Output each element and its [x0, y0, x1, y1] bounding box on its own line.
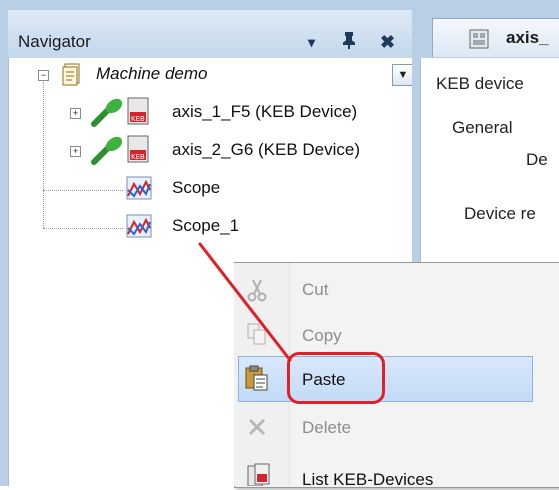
annotation-arrow-line [198, 242, 292, 362]
